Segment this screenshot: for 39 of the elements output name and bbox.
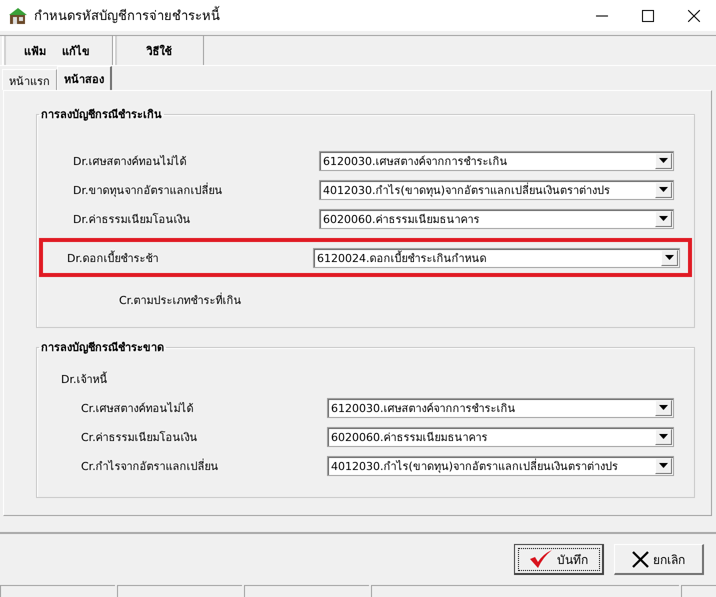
tab[interactable]: หน้าสอง — [57, 66, 112, 90]
cancel-button[interactable]: ยกเลิก — [614, 544, 704, 575]
field-label: Dr.ดอกเบี้ยชำระช้า — [67, 250, 160, 266]
dropdown-arrow-icon[interactable] — [659, 434, 668, 439]
group-title: การลงบัญชีกรณีชำระขาด — [40, 340, 165, 356]
dropdown-arrow-icon[interactable] — [659, 405, 668, 410]
dropdown-arrow-icon[interactable] — [659, 463, 668, 468]
field-label: Cr.เศษสตางค์ทอนไม่ได้ — [81, 400, 195, 416]
dropdown-arrow-icon[interactable] — [665, 255, 674, 260]
window-title: กำหนดรหัสบัญชีการจ่ายชำระหนี้ — [34, 5, 220, 26]
field-label: Dr.เศษสตางค์ทอนไม่ได้ — [73, 154, 188, 170]
maximize-icon[interactable] — [642, 10, 654, 22]
dropdown-arrow-icon[interactable] — [659, 216, 668, 221]
menu-item[interactable]: แฟ้ม — [24, 42, 46, 60]
dropdown[interactable]: 6120030.เศษสตางค์จากการชำระเกิน — [327, 398, 674, 418]
field-label: Dr.เจ้าหนี้ — [60, 370, 108, 388]
note-text: Cr.ตามประเภทชำระที่เกิน — [118, 292, 242, 309]
dropdown-arrow-icon[interactable] — [659, 158, 668, 163]
dropdown[interactable]: 6120030.เศษสตางค์จากการชำระเกิน — [319, 150, 674, 170]
field-label: Dr.ขาดทุนจากอัตราแลกเปลี่ยน — [73, 182, 224, 198]
dropdown[interactable]: 6020060.ค่าธรรมเนียมธนาคาร — [319, 208, 674, 228]
status-panel — [681, 585, 716, 597]
dropdown[interactable]: 4012030.กำไร(ขาดทุน)จากอัตราแลกเปลี่ยนเงินตราต่างปร — [319, 180, 674, 200]
close-icon — [632, 550, 649, 568]
close-icon[interactable] — [688, 10, 700, 22]
dropdown[interactable]: 6020060.ค่าธรรมเนียมธนาคาร — [327, 426, 674, 446]
field-label: Dr.ค่าธรรมเนียมโอนเงิน — [73, 212, 192, 228]
group-title: การลงบัญชีกรณีชำระเกิน — [40, 107, 163, 123]
dropdown-arrow-icon[interactable] — [659, 187, 668, 192]
field-label: Cr.ค่าธรรมเนียมโอนเงิน — [81, 430, 199, 446]
dropdown[interactable]: 6120024.ดอกเบี้ยชำระเกินกำหนด — [313, 248, 680, 268]
field-label: Cr.กำไรจากอัตราแลกเปลี่ยน — [81, 458, 220, 474]
menu-item[interactable]: แก้ไข — [62, 42, 90, 60]
menu-item[interactable]: วิธีใช้ — [146, 42, 172, 60]
app-icon — [8, 6, 28, 24]
tab[interactable]: หน้าแรก — [2, 69, 57, 90]
check-icon — [529, 550, 553, 568]
save-button[interactable]: บันทึก — [514, 544, 604, 575]
dropdown[interactable]: 4012030.กำไร(ขาดทุน)จากอัตราแลกเปลี่ยนเงินตราต่างปร — [327, 456, 674, 476]
